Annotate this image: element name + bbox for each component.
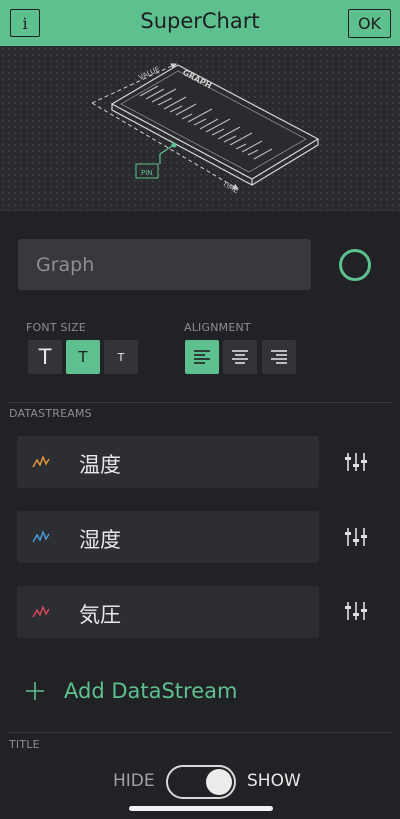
plus-icon [26, 682, 44, 700]
align-center-icon [232, 350, 248, 364]
line-chart-icon [32, 605, 50, 618]
title-section-label: TITLE [9, 738, 40, 751]
toggle-knob [206, 769, 232, 795]
home-indicator [129, 806, 273, 811]
time-axis-label: TIME [220, 179, 239, 195]
ok-button[interactable]: OK [348, 9, 391, 38]
title-visibility-toggle[interactable] [166, 765, 236, 799]
widget-preview-illustration: PIN GRAPH VALUE TIME [0, 46, 400, 211]
datastream-row-3[interactable]: 気圧 [17, 586, 319, 638]
section-divider [8, 402, 392, 403]
sliders-icon[interactable] [345, 600, 367, 622]
font-size-medium-button[interactable]: T [66, 340, 100, 374]
hide-label: HIDE [113, 771, 155, 791]
pin-label: PIN [141, 169, 153, 177]
line-chart-icon [32, 455, 50, 468]
line-chart-icon [32, 530, 50, 543]
top-bar: i SuperChart OK [0, 0, 400, 46]
align-center-button[interactable] [223, 340, 257, 374]
align-right-icon [271, 350, 287, 364]
add-datastream-label: Add DataStream [64, 679, 238, 703]
font-size-small-button[interactable]: T [104, 340, 138, 374]
font-size-label: FONT SIZE [26, 321, 86, 334]
align-right-button[interactable] [262, 340, 296, 374]
datastreams-label: DATASTREAMS [9, 407, 92, 420]
datastream-label: 温度 [79, 453, 121, 477]
section-divider [8, 732, 392, 733]
datastream-row-1[interactable]: 温度 [17, 436, 319, 488]
graph-illustration: PIN GRAPH VALUE TIME [91, 63, 320, 195]
sliders-icon[interactable] [345, 451, 367, 473]
align-left-button[interactable] [185, 340, 219, 374]
datastream-label: 湿度 [79, 528, 121, 552]
page-title: SuperChart [140, 9, 260, 33]
align-left-icon [194, 350, 210, 364]
color-picker-button[interactable] [339, 249, 371, 281]
sliders-icon[interactable] [345, 526, 367, 548]
widget-name-input[interactable]: Graph [18, 239, 311, 290]
add-datastream-button[interactable]: Add DataStream [25, 676, 237, 706]
alignment-label: ALIGNMENT [184, 321, 251, 334]
show-label: SHOW [247, 771, 301, 791]
datastream-label: 気圧 [79, 603, 121, 627]
font-size-large-button[interactable]: T [28, 340, 62, 374]
datastream-row-2[interactable]: 湿度 [17, 511, 319, 563]
